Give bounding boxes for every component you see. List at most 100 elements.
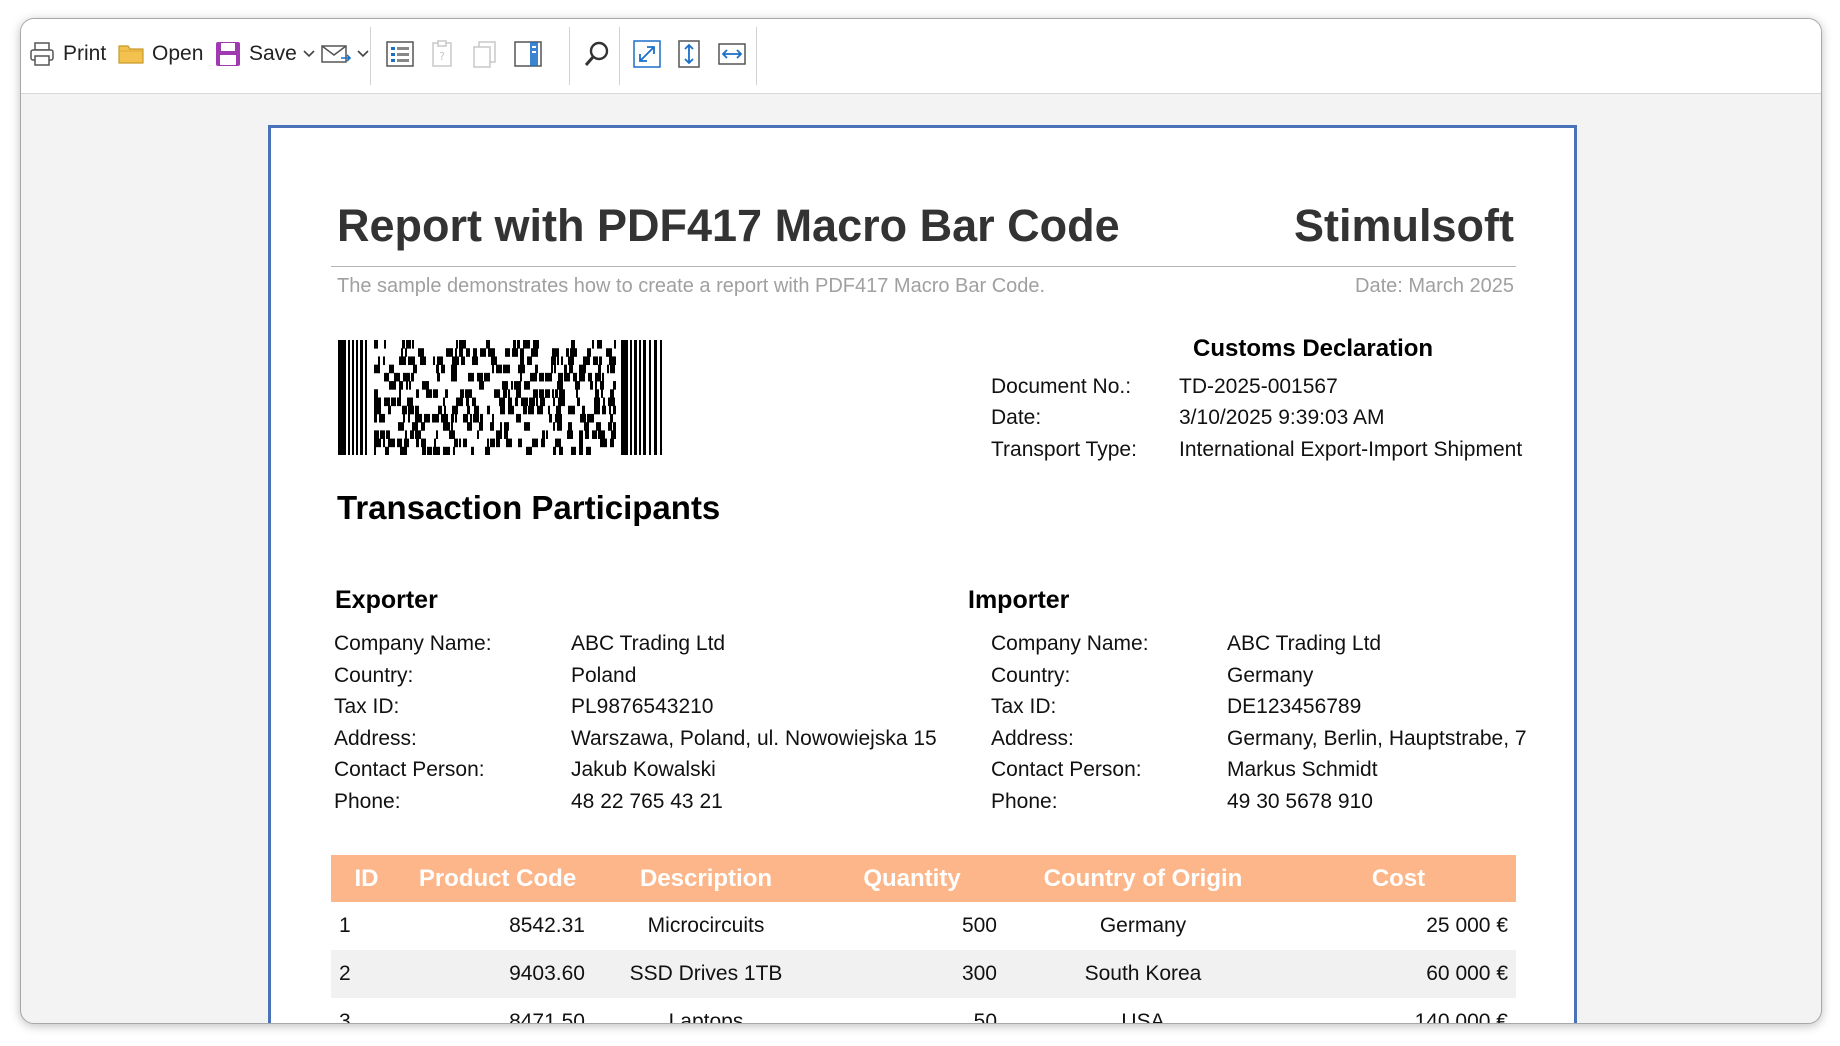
importer-value: ABC Trading Ltd: [1227, 632, 1382, 655]
customs-value: TD-2025-001567: [1179, 375, 1338, 398]
report-date: Date: March 2025: [1355, 275, 1514, 297]
cell-product-code: 8471.50: [509, 1010, 585, 1024]
cell-cost: 140 000 €: [1414, 1010, 1508, 1024]
cell-product-code: 9403.60: [402, 950, 593, 998]
exporter-value: 48 22 765 43 21: [571, 790, 723, 813]
exporter-value: Poland: [571, 664, 637, 687]
importer-value: Markus Schmidt: [1227, 758, 1378, 781]
importer-label: Country:: [991, 664, 1071, 687]
printer-icon: [30, 42, 54, 66]
page-width-button[interactable]: [718, 33, 746, 75]
exporter-value: Warszawa, Poland, ul. Nowowiejska 15: [571, 727, 937, 750]
cell-cost: 60 000 €: [1281, 950, 1516, 998]
panel-icon: [514, 41, 542, 67]
column-header-cost: Cost: [1281, 855, 1516, 902]
svg-text:?: ?: [439, 50, 445, 63]
search-icon: [584, 41, 609, 66]
open-button[interactable]: Open: [118, 33, 203, 75]
customs-heading: Customs Declaration: [1193, 335, 1434, 362]
importer-value: DE123456789: [1227, 695, 1362, 718]
cell-product-code: 8542.31: [509, 914, 585, 937]
toolbar-separator: [370, 27, 371, 85]
folder-icon: [118, 45, 144, 64]
column-header-quantity: Quantity: [819, 855, 1005, 902]
exporter-heading: Exporter: [335, 586, 438, 614]
cell-cost: 25 000 €: [1426, 914, 1508, 937]
toolbar-separator: [619, 27, 620, 85]
cell-description: Microcircuits: [647, 914, 765, 937]
exporter-label: Country:: [334, 664, 414, 687]
title-divider: [331, 266, 1516, 267]
fit-height-icon: [678, 40, 700, 68]
save-icon: [216, 42, 240, 66]
exporter-label: Company Name:: [334, 632, 492, 655]
customs-label: Transport Type:: [991, 438, 1137, 461]
column-header-product-code: Product Code: [402, 855, 593, 902]
importer-heading: Importer: [968, 586, 1070, 614]
cell-country: USA: [1121, 1010, 1165, 1024]
chevron-down-icon[interactable]: [303, 50, 315, 58]
find-button[interactable]: [583, 33, 611, 75]
print-button[interactable]: Print: [29, 33, 106, 75]
cell-description: SSD Drives 1TB: [593, 950, 819, 998]
print-label: Print: [63, 42, 107, 65]
open-label: Open: [152, 42, 204, 65]
importer-label: Company Name:: [991, 632, 1149, 655]
exporter-value: PL9876543210: [571, 695, 714, 718]
cell-country: Germany: [1099, 914, 1187, 937]
importer-value: Germany: [1227, 664, 1314, 687]
report-page: Report with PDF417 Macro Bar Code Stimul…: [268, 125, 1577, 1024]
report-title: Report with PDF417 Macro Bar Code: [337, 200, 1120, 251]
toolbar-separator: [756, 27, 757, 85]
importer-value: Germany, Berlin, Hauptstrabe, 7: [1227, 727, 1527, 750]
participants-heading: Transaction Participants: [337, 489, 721, 526]
cell-id: 2: [331, 950, 402, 998]
cell-description: Laptops: [668, 1010, 744, 1024]
importer-label: Address:: [991, 727, 1074, 750]
brand-name: Stimulsoft: [1294, 200, 1514, 251]
customs-label: Document No.:: [991, 375, 1132, 398]
importer-label: Tax ID:: [991, 695, 1057, 718]
clipboard-icon: ?: [432, 40, 452, 67]
column-header-id: ID: [331, 855, 402, 902]
bookmarks-icon: [386, 41, 414, 67]
toolbar-separator: [569, 27, 570, 85]
pages-icon: [473, 41, 496, 68]
cell-id: 3: [339, 1010, 351, 1024]
customs-value: 3/10/2025 9:39:03 AM: [1179, 406, 1385, 429]
page-height-button[interactable]: [678, 33, 700, 75]
editor-button[interactable]: [514, 33, 542, 75]
customs-label: Date:: [991, 406, 1042, 429]
cell-quantity: 500: [961, 914, 997, 937]
cell-quantity: 50: [973, 1010, 997, 1024]
exporter-value: Jakub Kowalski: [571, 758, 716, 781]
send-email-button[interactable]: [321, 33, 369, 75]
column-header-description: Description: [593, 855, 819, 902]
pdf417-barcode: [338, 340, 662, 455]
bookmarks-button[interactable]: [386, 33, 414, 75]
mail-icon: [321, 45, 351, 63]
table-header-row: ID Product Code Description Quantity Cou…: [331, 855, 1516, 902]
table-row: 1 8542.31 Microcircuits 500 Germany 25 0…: [331, 902, 1516, 950]
full-screen-button[interactable]: [633, 33, 661, 75]
expand-icon: [633, 40, 661, 68]
parameters-button[interactable]: ?: [431, 33, 453, 75]
exporter-label: Contact Person:: [334, 758, 485, 781]
report-subtitle: The sample demonstrates how to create a …: [337, 275, 1046, 297]
customs-value: International Export-Import Shipment: [1179, 438, 1523, 461]
report-viewer-window: Print Open Save ? Report with PDF417 Mac…: [20, 18, 1822, 1024]
table-row: 2 9403.60 SSD Drives 1TB 300 South Korea…: [331, 950, 1516, 998]
thumbnails-button[interactable]: [471, 33, 499, 75]
exporter-label: Phone:: [334, 790, 401, 813]
exporter-label: Address:: [334, 727, 417, 750]
exporter-value: ABC Trading Ltd: [571, 632, 726, 655]
cell-quantity: 300: [819, 950, 1005, 998]
save-button[interactable]: Save: [215, 33, 315, 75]
fit-width-icon: [718, 43, 746, 65]
cell-country: South Korea: [1005, 950, 1281, 998]
importer-value: 49 30 5678 910: [1227, 790, 1373, 813]
table-row: 3 8471.50 Laptops 50 USA 140 000 €: [331, 998, 1516, 1024]
importer-label: Phone:: [991, 790, 1058, 813]
exporter-label: Tax ID:: [334, 695, 400, 718]
chevron-down-icon[interactable]: [357, 50, 369, 58]
